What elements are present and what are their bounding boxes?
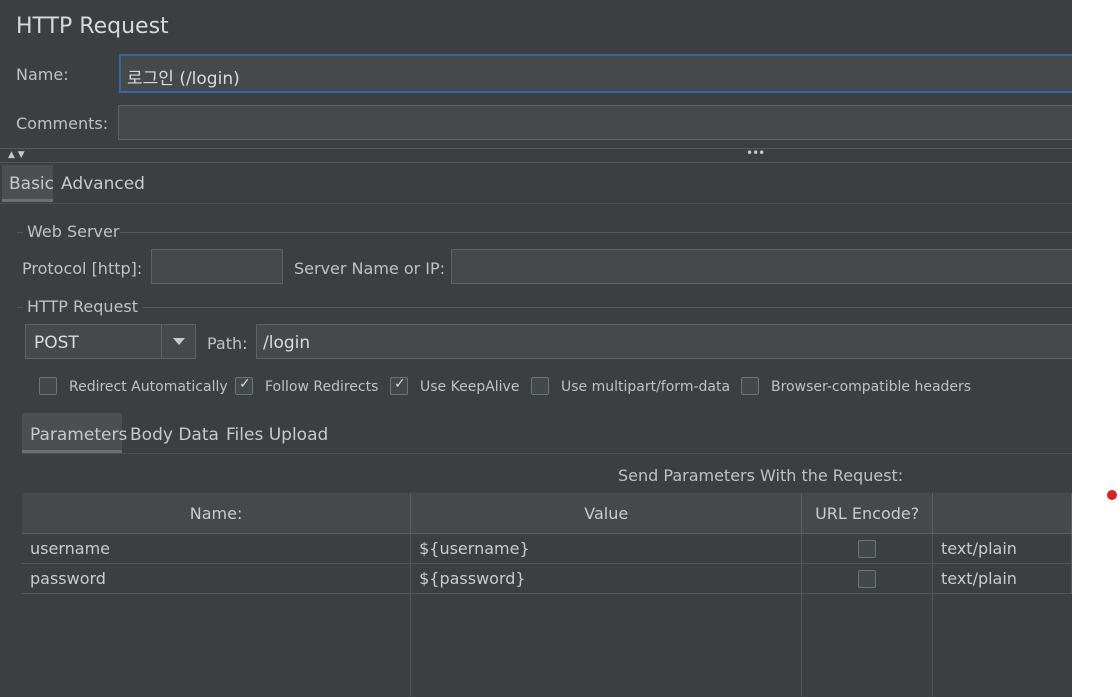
web-server-border-left <box>17 232 23 233</box>
params-caption: Send Parameters With the Request: <box>618 466 904 485</box>
server-name-input[interactable] <box>451 249 1072 284</box>
table-header-row: Name: Value URL Encode? <box>22 493 1072 534</box>
panel-title: HTTP Request <box>16 14 169 39</box>
browser-compatible-label: Browser-compatible headers <box>771 379 972 395</box>
url-encode-checkbox[interactable] <box>858 569 877 588</box>
cursor-indicator-dot <box>1107 490 1117 500</box>
tab-parameters-label: Parameters <box>30 425 128 445</box>
use-keepalive-checkbox[interactable]: ✓ <box>390 376 408 395</box>
protocol-label: Protocol [http]: <box>22 259 143 278</box>
method-select-value: POST <box>34 333 79 353</box>
content-type-cell[interactable]: text/plain <box>932 563 1072 594</box>
path-label: Path: <box>207 334 248 353</box>
checkmark-icon: ✓ <box>394 376 406 392</box>
empty-cell <box>932 594 1071 697</box>
web-server-border <box>120 232 1072 233</box>
tab-parameters[interactable]: Parameters <box>22 413 127 451</box>
param-value-cell[interactable]: ${password} <box>410 563 803 594</box>
tabs-divider <box>0 203 1072 204</box>
method-dropdown-button[interactable] <box>161 325 196 358</box>
use-multipart-label: Use multipart/form-data <box>561 379 731 395</box>
table-empty-area <box>22 593 1072 697</box>
use-keepalive-label: Use KeepAlive <box>420 379 520 395</box>
chevron-down-icon <box>173 338 185 345</box>
tab-basic-label: Basic <box>9 174 55 194</box>
empty-cell <box>410 593 803 697</box>
path-input-value: /login <box>263 333 311 353</box>
tab-body-data[interactable]: Body Data <box>130 425 219 445</box>
param-name-cell[interactable]: username <box>22 533 412 564</box>
follow-redirects-checkbox[interactable]: ✓ <box>235 376 253 395</box>
http-request-border <box>143 307 1072 308</box>
protocol-input[interactable] <box>151 249 283 284</box>
comments-field[interactable] <box>118 105 1072 140</box>
splitter-top-line <box>0 148 1072 149</box>
table-row[interactable]: username ${username} text/plain <box>22 533 1072 564</box>
splitter-handle[interactable]: ••• <box>746 146 765 160</box>
use-multipart-checkbox[interactable] <box>531 377 549 395</box>
tab-basic[interactable]: Basic <box>2 165 55 201</box>
empty-cell <box>801 593 933 697</box>
tab-files-upload[interactable]: Files Upload <box>226 425 328 445</box>
name-label: Name: <box>16 65 69 84</box>
name-field-value: 로그인 (/login) <box>127 69 240 89</box>
url-encode-cell[interactable] <box>801 563 933 594</box>
redirect-automatically-checkbox[interactable] <box>39 377 57 395</box>
param-name-cell[interactable]: password <box>22 563 412 594</box>
browser-compatible-checkbox[interactable] <box>741 377 759 395</box>
content-type-cell[interactable]: text/plain <box>932 533 1072 564</box>
url-encode-checkbox[interactable] <box>858 539 877 558</box>
redirect-automatically-label: Redirect Automatically <box>69 379 228 395</box>
checkmark-icon: ✓ <box>239 376 251 392</box>
method-select[interactable]: POST <box>25 324 196 359</box>
http-request-legend: HTTP Request <box>27 297 139 316</box>
tab-basic-indicator <box>2 199 53 202</box>
empty-cell <box>22 593 412 697</box>
table-row[interactable]: password ${password} text/plain <box>22 563 1072 594</box>
http-request-panel: HTTP Request Name: 로그인 (/login) Comments… <box>0 0 1072 697</box>
column-header-name[interactable]: Name: <box>22 493 412 534</box>
server-name-label: Server Name or IP: <box>294 259 446 278</box>
parameters-table: Name: Value URL Encode? username ${usern… <box>22 493 1072 697</box>
column-header-content-type[interactable] <box>932 493 1072 534</box>
path-input[interactable]: /login <box>256 324 1072 359</box>
web-server-legend: Web Server <box>27 222 120 241</box>
name-field[interactable]: 로그인 (/login) <box>119 54 1072 93</box>
follow-redirects-label: Follow Redirects <box>265 379 379 395</box>
sub-tabs-divider <box>22 453 1072 454</box>
splitter-bottom-line <box>0 162 1072 163</box>
collapse-arrows-icon[interactable]: ▲ ▼ <box>8 150 25 160</box>
comments-label: Comments: <box>16 114 109 133</box>
param-value-cell[interactable]: ${username} <box>410 533 803 564</box>
http-request-border-left <box>17 307 23 308</box>
column-header-url-encode[interactable]: URL Encode? <box>801 493 933 534</box>
tab-advanced[interactable]: Advanced <box>61 174 145 194</box>
url-encode-cell[interactable] <box>801 533 933 564</box>
column-header-value[interactable]: Value <box>410 493 803 534</box>
